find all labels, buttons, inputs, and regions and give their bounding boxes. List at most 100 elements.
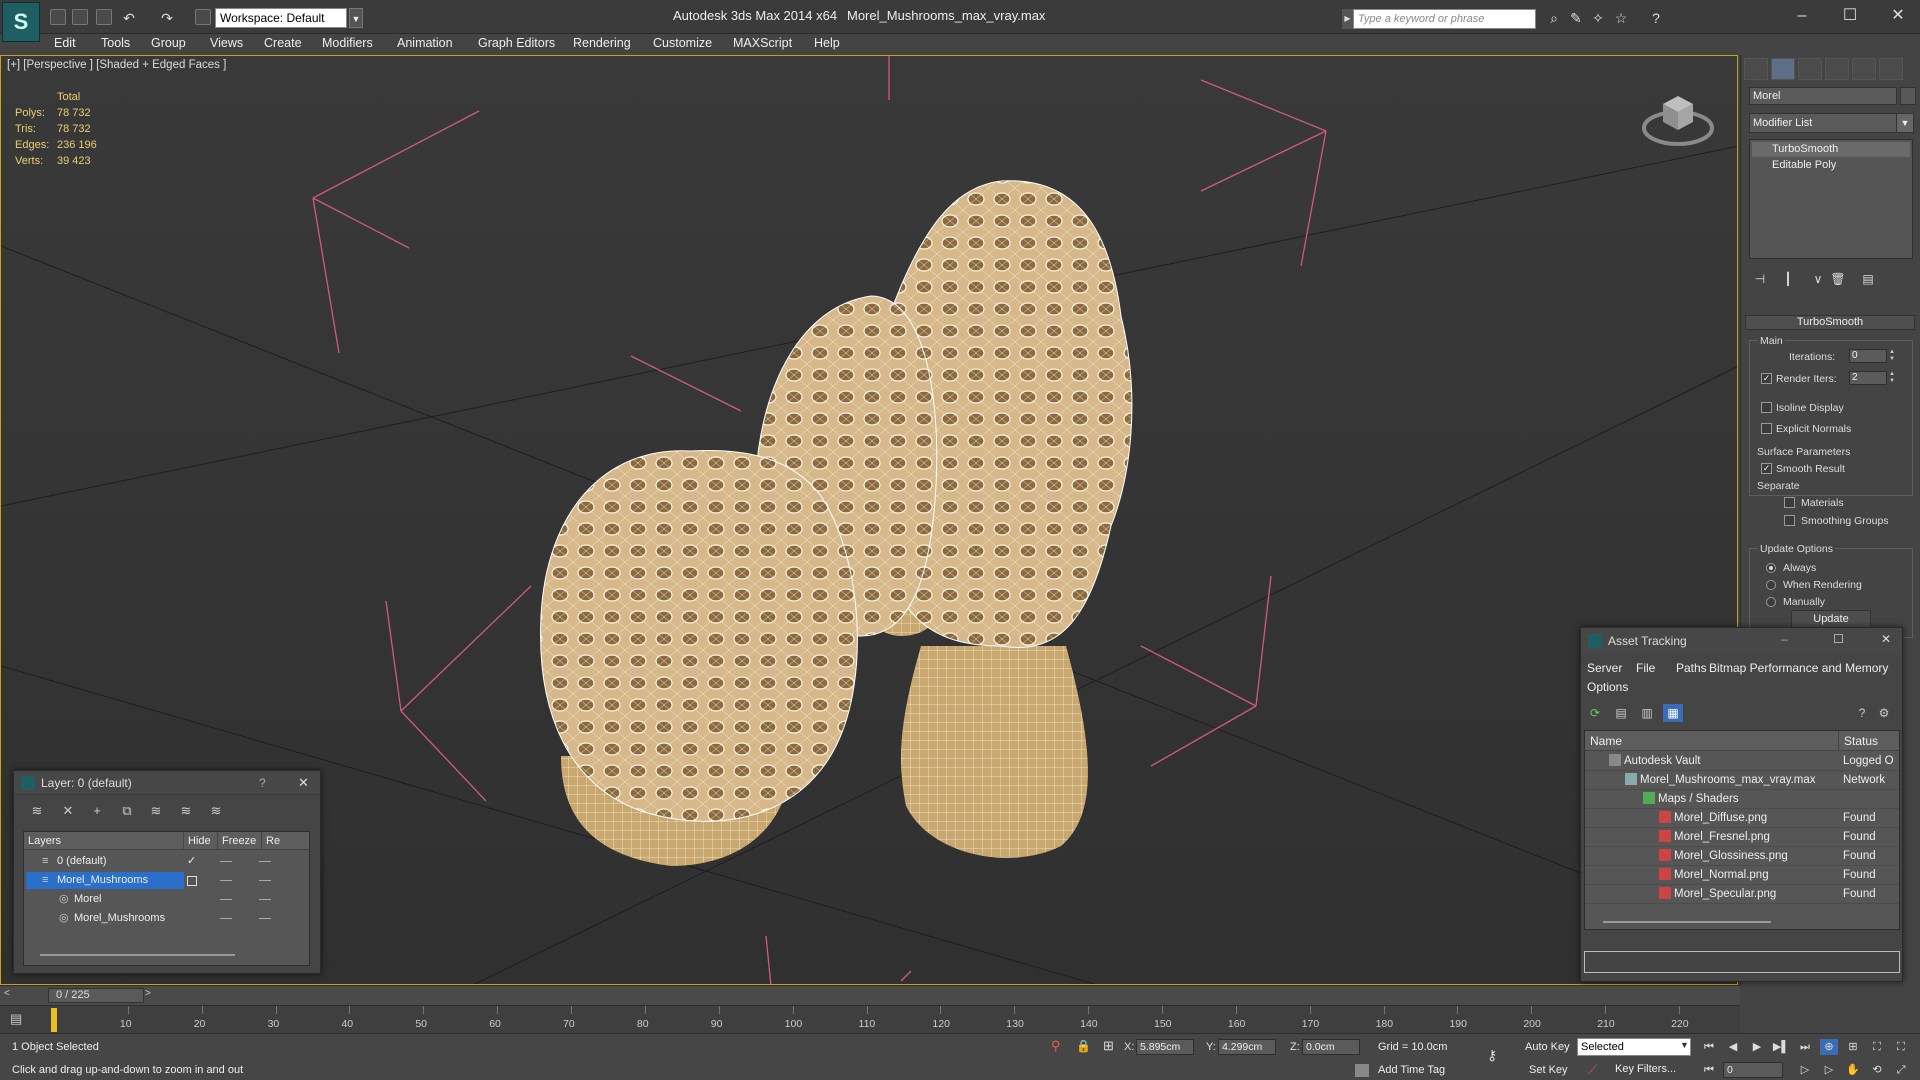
asset-row[interactable]: Morel_Mushrooms_max_vray.max Network [1585, 771, 1899, 790]
show-end-result-icon[interactable]: ┃ [1779, 270, 1797, 288]
zoom-icon[interactable]: ⊕ [1820, 1039, 1838, 1055]
column-name[interactable]: Name [1585, 731, 1839, 751]
close-icon[interactable]: ✕ [1881, 632, 1891, 646]
menu-graph-editors[interactable]: Graph Editors [478, 36, 555, 50]
prev-frame-icon[interactable]: < [4, 988, 10, 999]
delete-layer-icon[interactable]: ✕ [59, 803, 77, 819]
key-filters-button[interactable]: Key Filters... [1615, 1063, 1676, 1075]
key-mode-icon[interactable]: ⏮ [1700, 1062, 1718, 1078]
layer-row[interactable]: ≡ 0 (default) ✓ [24, 852, 309, 871]
smoothing-groups-checkbox[interactable] [1784, 515, 1795, 526]
auto-key-button[interactable]: Auto Key [1525, 1041, 1570, 1053]
track-bar[interactable]: ▤ 10 20 30 40 50 60 70 80 90 100 110 120 130 140 150 16… [0, 1005, 1740, 1033]
lock-icon[interactable]: 🔒 [1076, 1039, 1091, 1053]
minimize-icon[interactable]: – [1781, 632, 1788, 646]
detail-view-icon[interactable]: ▥ [1637, 704, 1657, 722]
menu-rendering[interactable]: Rendering [573, 36, 631, 50]
field-of-view-icon[interactable]: ▷ [1796, 1062, 1814, 1078]
asset-menu-file[interactable]: File [1636, 661, 1655, 675]
column-status[interactable]: Status [1839, 731, 1899, 751]
select-objects-icon[interactable]: ⧉ [118, 803, 136, 819]
make-active-box[interactable] [187, 876, 197, 886]
viewport-label[interactable]: [+] [Perspective ] [Shaded + Edged Faces… [7, 59, 226, 71]
hide-toggle[interactable] [220, 899, 232, 900]
menu-edit[interactable]: Edit [54, 36, 76, 50]
pan-icon[interactable]: ✋ [1844, 1062, 1862, 1078]
menu-tools[interactable]: Tools [101, 36, 130, 50]
utilities-tab-icon[interactable] [1879, 58, 1903, 80]
asset-menu-bitmap-performance[interactable]: Bitmap Performance and Memory [1709, 661, 1888, 675]
modify-tab-icon[interactable] [1771, 58, 1795, 80]
render-iters-checkbox[interactable]: ✓ [1761, 373, 1772, 384]
asset-menu-server[interactable]: Server [1587, 661, 1622, 675]
time-slider[interactable]: < 0 / 225 > [0, 985, 1740, 1005]
next-key-icon[interactable]: ▶▌ [1772, 1039, 1790, 1055]
layer-object-row[interactable]: ◎ Morel [24, 890, 309, 909]
isolate-icon[interactable]: ⚲ [1051, 1038, 1061, 1054]
key-filter-icon[interactable]: ⟋ [1588, 1062, 1597, 1078]
layer-dialog-titlebar[interactable]: Layer: 0 (default) ? ✕ [14, 771, 320, 795]
menu-group[interactable]: Group [151, 36, 186, 50]
hide-toggle[interactable] [220, 880, 232, 881]
zoom-all-icon[interactable]: ⊞ [1844, 1039, 1862, 1055]
help-icon[interactable]: ? [1852, 704, 1872, 722]
make-unique-icon[interactable]: ∨ [1809, 270, 1827, 288]
freeze-toggle[interactable] [259, 918, 271, 919]
add-to-layer-icon[interactable]: + [88, 803, 106, 819]
arc-rotate-icon[interactable]: ⟲ [1868, 1062, 1886, 1078]
time-tag-icon[interactable] [1355, 1064, 1369, 1077]
layer-row-selected[interactable]: ≡ Morel_Mushrooms [24, 871, 309, 890]
freeze-toggle[interactable] [259, 880, 271, 881]
asset-row[interactable]: Autodesk Vault Logged O [1585, 752, 1899, 771]
freeze-toggle[interactable] [259, 899, 271, 900]
menu-views[interactable]: Views [210, 36, 243, 50]
materials-checkbox[interactable] [1784, 497, 1795, 508]
curve-editor-icon[interactable]: ▤ [10, 1011, 34, 1029]
close-icon[interactable]: ✕ [298, 775, 309, 791]
column-hide[interactable]: Hide [184, 832, 218, 850]
zoom-extents-all-icon[interactable]: ⛶ [1892, 1039, 1910, 1055]
menu-maxscript[interactable]: MAXScript [733, 36, 792, 50]
render-iters-spinner[interactable]: 2 [1849, 371, 1887, 385]
close-icon[interactable]: ✕ [1883, 4, 1913, 28]
stack-item-editable-poly[interactable]: Editable Poly [1752, 158, 1910, 173]
stack-item-turbosmooth[interactable]: TurboSmooth [1752, 142, 1910, 157]
binoculars-icon[interactable]: ⌕ [1545, 9, 1563, 27]
column-render[interactable]: Re [262, 832, 309, 850]
remove-modifier-icon[interactable]: 🗑 [1829, 270, 1847, 288]
asset-row[interactable]: Morel_Glossiness.png Found [1585, 847, 1899, 866]
maximize-viewport-icon[interactable]: ⤢ [1892, 1062, 1910, 1078]
help-icon[interactable]: ? [1647, 9, 1665, 27]
absolute-mode-icon[interactable]: ⊞ [1103, 1038, 1114, 1054]
next-frame-icon[interactable]: > [145, 988, 151, 999]
turbosmooth-rollout-header[interactable]: TurboSmooth [1745, 315, 1915, 330]
freeze-all-icon[interactable]: ≋ [207, 803, 225, 819]
layer-object-row[interactable]: ◎ Morel_Mushrooms [24, 909, 309, 928]
menu-help[interactable]: Help [814, 36, 840, 50]
minimize-icon[interactable]: – [1787, 4, 1817, 28]
maximize-icon[interactable]: ☐ [1835, 4, 1865, 28]
settings-icon[interactable]: ⚙ [1874, 704, 1894, 722]
asset-row[interactable]: Morel_Fresnel.png Found [1585, 828, 1899, 847]
manually-radio[interactable] [1766, 597, 1776, 607]
play-icon[interactable]: ▶ [1748, 1039, 1766, 1055]
undo-icon[interactable]: ↶ [120, 9, 138, 27]
active-layer-check-icon[interactable]: ✓ [187, 852, 196, 871]
save-file-icon[interactable] [96, 9, 112, 25]
refresh-icon[interactable]: ⟳ [1585, 704, 1605, 722]
asset-row[interactable]: Morel_Normal.png Found [1585, 866, 1899, 885]
app-logo[interactable]: S [2, 2, 40, 42]
asset-row[interactable]: Maps / Shaders [1585, 790, 1899, 809]
when-rendering-radio[interactable] [1766, 580, 1776, 590]
always-radio[interactable] [1766, 563, 1776, 573]
add-time-tag[interactable]: Add Time Tag [1378, 1064, 1445, 1076]
new-file-icon[interactable] [50, 9, 66, 25]
chevron-down-icon[interactable]: ▼ [1896, 113, 1914, 133]
chevron-down-icon[interactable]: ▼ [1680, 1040, 1689, 1050]
key-icon[interactable]: ⚷ [1487, 1047, 1497, 1064]
go-to-end-icon[interactable]: ⏭ [1796, 1039, 1814, 1055]
viewcube-icon[interactable] [1641, 84, 1715, 150]
pin-stack-icon[interactable]: ⊣ [1751, 270, 1769, 288]
table-view-icon[interactable]: ▦ [1663, 704, 1683, 722]
z-coordinate-field[interactable]: 0.0cm [1302, 1039, 1360, 1055]
